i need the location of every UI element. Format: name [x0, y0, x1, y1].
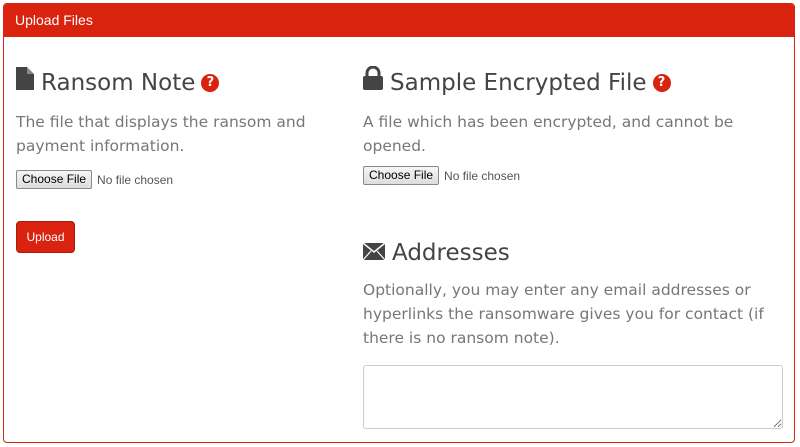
help-icon[interactable]: ?: [652, 74, 671, 92]
choose-file-button[interactable]: Choose File: [16, 170, 93, 189]
document-icon: [16, 66, 34, 100]
help-icon[interactable]: ?: [201, 74, 220, 92]
panel-heading: Upload Files: [4, 4, 794, 37]
ransom-note-description: The file that displays the ransom and pa…: [16, 113, 306, 155]
upload-button[interactable]: Upload: [16, 221, 75, 253]
sample-file-heading: Sample Encrypted File ?: [363, 65, 788, 100]
file-status: No file chosen: [444, 168, 521, 183]
lock-icon: [363, 65, 383, 100]
addresses-section: Addresses Optionally, you may enter any …: [362, 236, 788, 350]
ransom-note-heading: Ransom Note ?: [16, 66, 361, 100]
addresses-description: Optionally, you may enter any email addr…: [363, 281, 764, 347]
sample-file-section: Sample Encrypted File ? A file which has…: [363, 65, 788, 185]
sample-file-description: A file which has been encrypted, and can…: [363, 113, 734, 155]
choose-file-button[interactable]: Choose File: [363, 166, 440, 185]
sample-file-input[interactable]: Choose File No file chosen: [363, 166, 788, 185]
ransom-note-file-input[interactable]: Choose File No file chosen: [16, 170, 361, 189]
ransom-note-title: Ransom Note: [41, 70, 196, 96]
upload-files-panel: Upload Files Ransom Note ? The file that…: [3, 3, 795, 443]
addresses-heading: Addresses: [362, 236, 788, 270]
addresses-textarea[interactable]: [363, 365, 783, 429]
envelope-icon: [362, 236, 386, 270]
addresses-title: Addresses: [392, 240, 510, 266]
file-status: No file chosen: [97, 172, 174, 187]
ransom-note-section: Ransom Note ? The file that displays the…: [16, 66, 361, 189]
sample-file-title: Sample Encrypted File: [390, 70, 647, 96]
